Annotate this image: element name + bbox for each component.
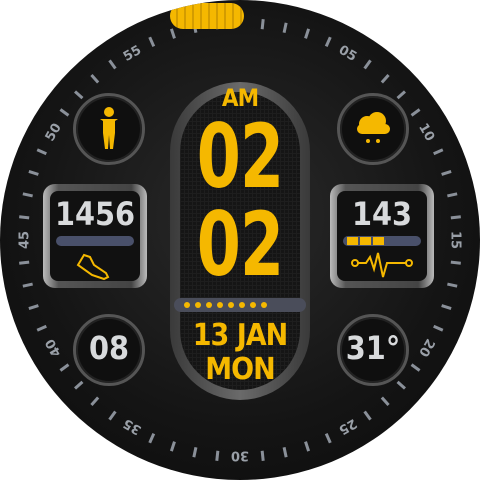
bezel-label: 05: [336, 43, 359, 65]
bezel-tick: [148, 36, 156, 47]
watch-face: 05 10 15 20 25 30 35 40 45 50 55 AM 02 02 13 JAN M…: [0, 0, 480, 480]
bezel-tick: [433, 324, 444, 332]
heart-rate-segment: [373, 237, 384, 245]
bezel-tick: [282, 22, 288, 33]
battery-bar: [174, 298, 306, 312]
date: 13 JAN: [192, 318, 288, 353]
heart-rate-complication[interactable]: 143: [330, 184, 434, 288]
bezel-tick: [324, 433, 332, 444]
bezel-tick: [380, 396, 390, 406]
heart-rate-segment: [347, 237, 358, 245]
minute: 02: [196, 193, 284, 296]
battery-dot: [195, 302, 201, 308]
bezel-tick: [450, 215, 461, 220]
battery-dot: [184, 302, 190, 308]
bezel-label: 50: [43, 121, 65, 144]
bezel-tick: [324, 36, 332, 47]
bezel-label: 35: [121, 415, 144, 437]
heart-rate-segment: [360, 237, 371, 245]
bezel-tick: [260, 450, 265, 461]
weekday: MON: [205, 352, 275, 387]
bezel-tick: [410, 108, 421, 117]
activity-complication[interactable]: [73, 93, 145, 165]
bezel-tick: [447, 192, 458, 198]
bezel-tick: [433, 148, 444, 156]
bezel-tick: [441, 304, 452, 311]
bottom-left-complication[interactable]: 08: [73, 314, 145, 386]
bezel-tick: [192, 447, 198, 458]
bezel-tick: [363, 410, 372, 421]
battery-dot: [217, 302, 223, 308]
crown-indicator: [170, 3, 244, 29]
battery-dot: [250, 302, 256, 308]
heart-rate-progress: [343, 236, 421, 246]
bezel-tick: [380, 74, 390, 84]
bezel-tick: [90, 74, 100, 84]
bezel-tick: [59, 108, 70, 117]
bezel-label: 40: [43, 336, 65, 359]
bezel-tick: [260, 19, 265, 30]
battery-dot: [261, 302, 267, 308]
bezel-tick: [169, 28, 176, 39]
bezel-tick: [28, 304, 39, 311]
bezel-tick: [441, 169, 452, 176]
bezel-label: 45: [18, 231, 33, 249]
bezel-tick: [108, 410, 117, 421]
bezel-tick: [19, 215, 30, 220]
bezel-tick: [148, 433, 156, 444]
steps-complication[interactable]: 1456: [43, 184, 147, 288]
bezel-tick: [22, 192, 33, 198]
bezel-tick: [304, 28, 311, 39]
bezel-label: 55: [121, 43, 144, 65]
bezel-tick: [19, 260, 30, 265]
bezel-label: 25: [336, 415, 359, 437]
bezel-label: 20: [415, 336, 437, 359]
battery-dot: [228, 302, 234, 308]
bezel-tick: [396, 380, 406, 390]
bezel-tick: [74, 380, 84, 390]
battery-dot: [206, 302, 212, 308]
bezel-tick: [90, 396, 100, 406]
bezel-tick: [108, 59, 117, 70]
bezel-label: 10: [415, 121, 437, 144]
steps-progress: [56, 236, 134, 246]
bezel-tick: [410, 363, 421, 372]
weather-cloud-rain-icon: [357, 112, 390, 143]
bezel-tick: [447, 282, 458, 288]
bezel-tick: [450, 260, 461, 265]
person-icon: [100, 107, 118, 149]
temperature-complication[interactable]: 31°: [337, 314, 409, 386]
bezel-tick: [22, 282, 33, 288]
weather-complication[interactable]: [337, 93, 409, 165]
bezel-tick: [215, 450, 220, 461]
battery-dot: [239, 302, 245, 308]
bezel-tick: [169, 441, 176, 452]
shoe-icon: [76, 253, 110, 281]
bezel-tick: [282, 447, 288, 458]
bezel-tick: [363, 59, 372, 70]
steps-value: 1456: [54, 195, 136, 233]
bezel-tick: [304, 441, 311, 452]
bezel-tick: [28, 169, 39, 176]
heartbeat-icon: [351, 252, 413, 278]
heart-rate-value: 143: [351, 195, 413, 233]
bezel-tick: [59, 363, 70, 372]
bezel-label: 15: [448, 231, 463, 249]
bezel-tick: [36, 148, 47, 156]
bezel-tick: [36, 324, 47, 332]
bezel-label: 30: [231, 448, 249, 463]
